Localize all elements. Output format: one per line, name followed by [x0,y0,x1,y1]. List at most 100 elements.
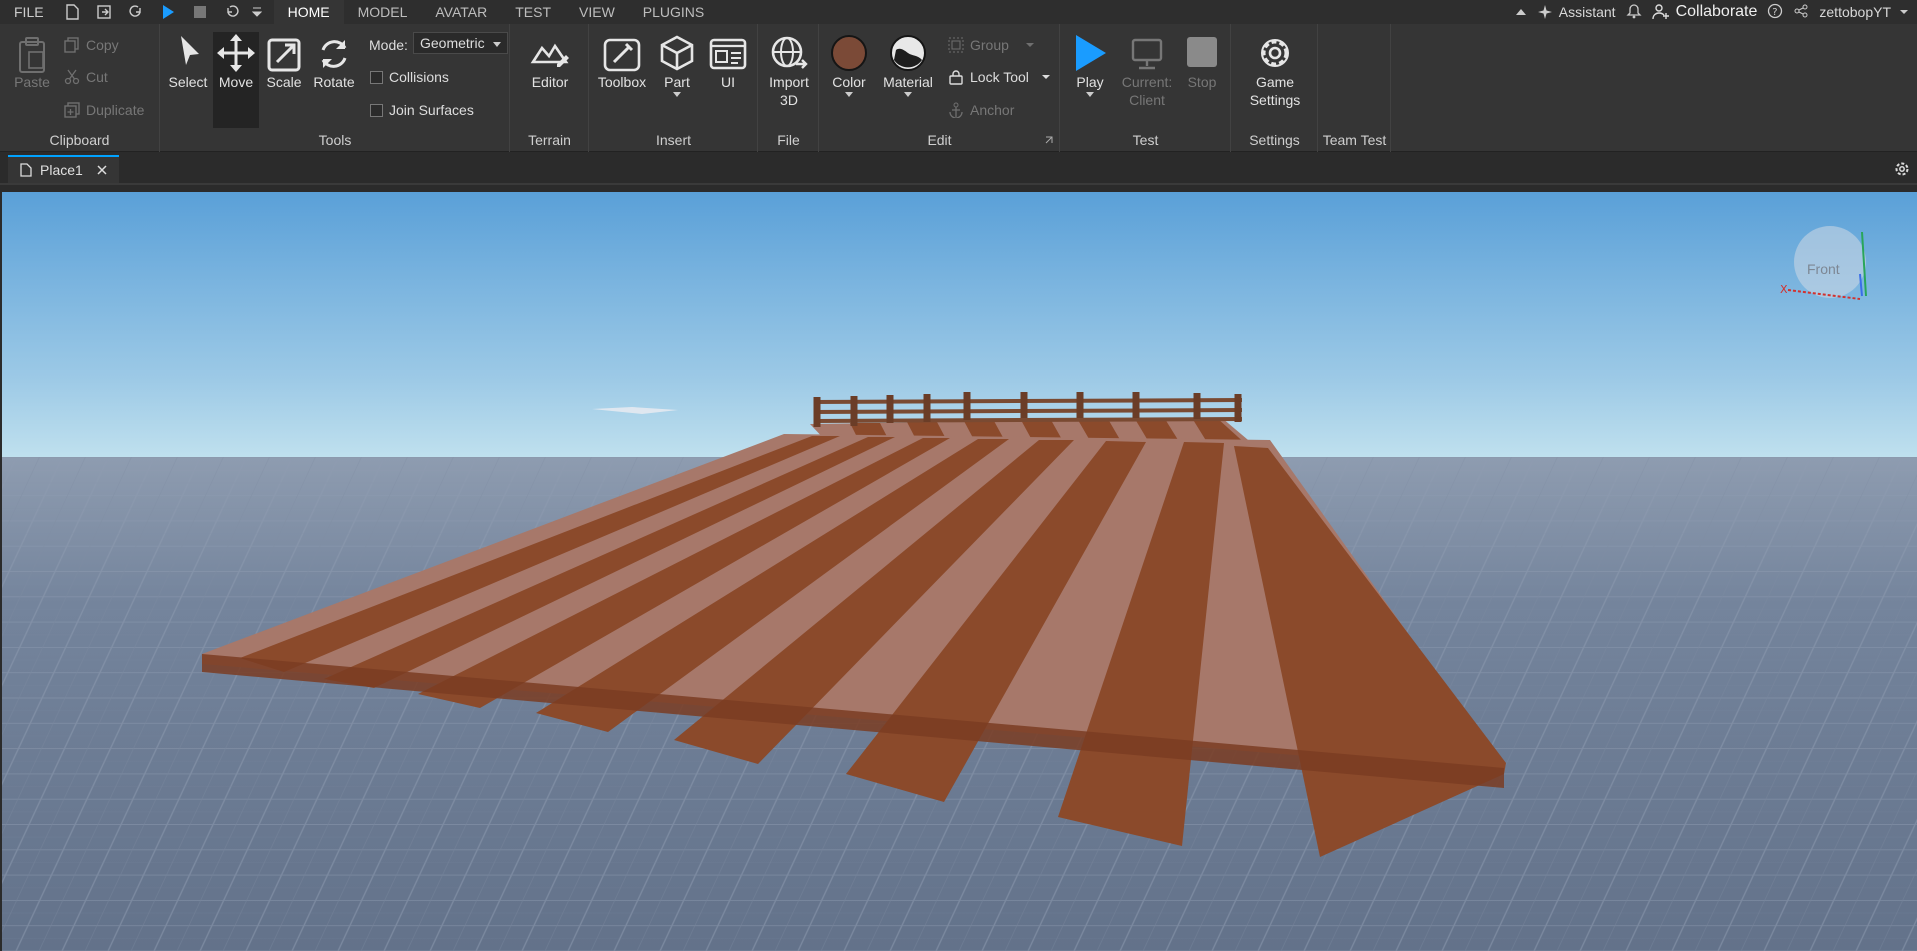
tab-plugins[interactable]: PLUGINS [629,0,718,24]
part-dropdown-caret[interactable] [673,92,681,97]
lock-tool-label: Lock Tool [970,69,1029,85]
toolbox-button[interactable]: Toolbox [594,32,650,90]
scissors-icon [64,69,80,85]
ribbon: Paste Copy Cut Duplicate Clipboard Selec… [0,24,1917,152]
play-icon[interactable] [154,1,182,23]
svg-text:?: ? [1773,7,1778,18]
share-icon[interactable] [1793,3,1809,22]
collisions-checkbox[interactable] [370,70,383,84]
toolbox-icon [603,38,641,72]
group-label: Group [970,37,1009,53]
collisions-toggle[interactable]: Collisions [370,69,449,85]
copy-icon [64,37,79,53]
editor-label: Editor [531,74,569,90]
viewport-settings-gear-icon[interactable] [1893,160,1911,178]
ui-label: UI [721,74,735,90]
scene: X Front [2,192,1917,951]
ui-window-icon [709,38,747,70]
cursor-icon [181,36,199,65]
paste-button[interactable]: Paste [8,36,56,90]
play-button[interactable]: Play [1063,32,1117,97]
assistant-button[interactable]: Assistant [1537,4,1616,20]
rotate-tool-button[interactable]: Rotate [309,32,359,128]
clipboard-group: Paste Copy Cut Duplicate Clipboard [0,24,160,152]
group-button[interactable]: Group [948,37,1035,53]
copy-label: Copy [86,37,119,53]
stop-button[interactable]: Stop [1177,32,1227,90]
import-3d-button[interactable]: Import 3D [761,32,817,108]
anchor-button[interactable]: Anchor [948,102,1014,118]
help-icon[interactable]: ? [1767,3,1783,22]
game-settings-button[interactable]: Game Settings [1236,32,1314,108]
material-dropdown-caret[interactable] [904,92,912,97]
rotate-icon [321,40,347,68]
tab-home[interactable]: HOME [273,0,344,24]
tab-test[interactable]: TEST [501,0,565,24]
ui-button[interactable]: UI [704,32,752,90]
collapse-ribbon-icon[interactable] [1515,4,1527,20]
tools-group-label: Tools [318,132,352,148]
game-settings-label-line1: Game [1255,74,1295,90]
tab-model[interactable]: MODEL [344,0,422,24]
cut-button[interactable]: Cut [64,69,108,85]
edit-expand-icon[interactable] [1045,136,1053,144]
color-label: Color [832,74,866,90]
undo-icon[interactable] [218,1,246,23]
new-file-icon[interactable] [58,1,86,23]
mode-label: Mode: [369,37,408,53]
3d-viewport[interactable]: X Front [2,192,1917,951]
color-dropdown-caret[interactable] [845,92,853,97]
part-button[interactable]: Part [652,32,702,97]
globe-import-icon [771,36,808,69]
join-surfaces-label: Join Surfaces [389,102,474,118]
quick-access-toolbar [58,1,264,23]
color-button[interactable]: Color [826,32,872,97]
close-icon[interactable] [97,165,107,175]
sky [2,192,1917,457]
mode-dropdown[interactable]: Geometric [413,32,508,54]
rotate-label: Rotate [313,74,355,90]
tab-place1[interactable]: Place1 [8,155,119,183]
user-account-menu[interactable]: zettobopYT [1819,4,1909,20]
scale-tool-button[interactable]: Scale [261,32,307,128]
play-label: Play [1076,74,1104,90]
join-surfaces-checkbox[interactable] [370,103,383,117]
publish-icon[interactable] [90,1,118,23]
move-tool-button[interactable]: Move [213,32,259,128]
test-group-label: Test [1132,132,1159,148]
play-dropdown-caret[interactable] [1086,92,1094,97]
insert-group-label: Insert [655,132,691,148]
place-file-icon [20,163,32,177]
cube-icon [660,35,694,71]
terrain-editor-button[interactable]: Editor [519,32,581,90]
terrain-group: Editor Terrain [511,24,589,152]
toolbox-label: Toolbox [597,74,647,90]
add-user-icon [1651,4,1669,20]
duplicate-button[interactable]: Duplicate [64,102,144,118]
lock-tool-dropdown-icon[interactable] [1041,73,1051,81]
join-surfaces-toggle[interactable]: Join Surfaces [370,102,474,118]
file-group: Import 3D File [759,24,819,152]
copy-button[interactable]: Copy [64,37,119,53]
menubar-right: Assistant Collaborate ? zettobopYT [1515,3,1917,22]
material-sphere-icon [890,35,926,71]
current-label-line1: Current: [1121,74,1173,90]
edit-group: Color Material Group Lock Tool Anchor Ed… [820,24,1060,152]
select-tool-button[interactable]: Select [165,32,211,128]
lock-tool-button[interactable]: Lock Tool [948,69,1051,85]
tab-avatar[interactable]: AVATAR [421,0,501,24]
current-client-button[interactable]: Current: Client [1119,32,1175,108]
stop-icon[interactable] [186,1,214,23]
file-menu[interactable]: FILE [0,4,58,20]
duplicate-icon [64,102,80,118]
material-button[interactable]: Material [876,32,940,97]
group-dropdown-icon[interactable] [1025,41,1035,49]
tab-view[interactable]: VIEW [565,0,629,24]
redo-icon[interactable] [122,1,150,23]
collaborate-button[interactable]: Collaborate [1651,3,1757,21]
stop-label: Stop [1187,74,1217,90]
place-tab-label: Place1 [40,162,83,178]
anchor-label: Anchor [970,102,1015,118]
customize-quick-access-icon[interactable] [250,1,264,23]
notifications-icon[interactable] [1625,3,1642,22]
